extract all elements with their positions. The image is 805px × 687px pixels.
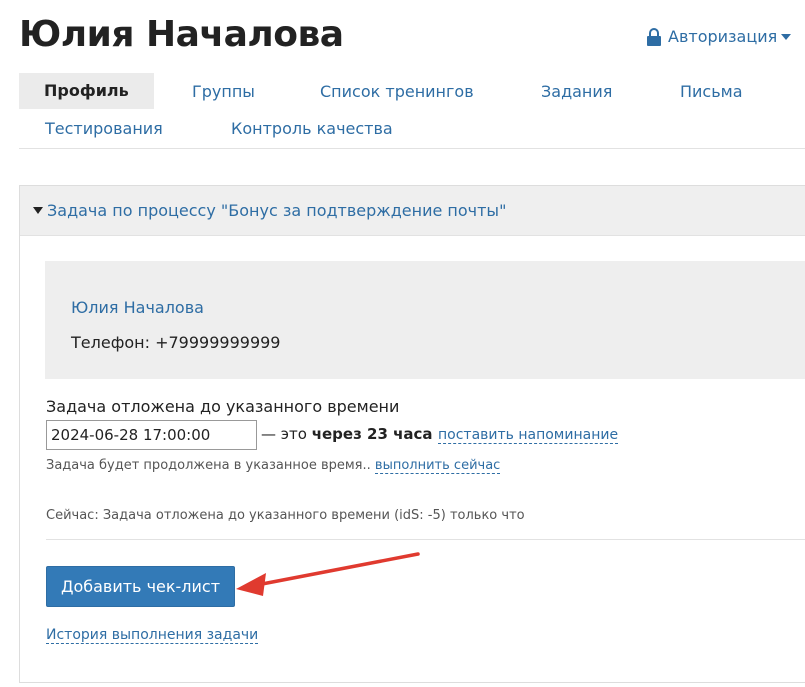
- deferred-label: Задача отложена до указанного времени: [46, 397, 400, 416]
- history-link-wrap: История выполнения задачи: [46, 627, 259, 644]
- set-reminder-link[interactable]: поставить напоминание: [438, 427, 619, 444]
- contact-name-link[interactable]: Юлия Началова: [71, 298, 204, 317]
- tab-groups[interactable]: Группы: [192, 82, 255, 101]
- run-now-link[interactable]: выполнить сейчас: [374, 458, 501, 474]
- tab-letters[interactable]: Письма: [680, 82, 743, 101]
- authorization-dropdown[interactable]: Авторизация: [646, 27, 792, 46]
- current-status: Сейчас: Задача отложена до указанного вр…: [46, 508, 525, 523]
- continue-note: Задача будет продолжена в указанное врем…: [46, 458, 501, 474]
- authorization-label: Авторизация: [668, 27, 778, 46]
- task-panel-toggle[interactable]: Задача по процессу "Бонус за подтвержден…: [33, 201, 506, 220]
- continue-note-text: Задача будет продолжена в указанное врем…: [46, 458, 371, 473]
- nav-divider: [19, 148, 805, 149]
- relative-time-value: через 23 часа: [311, 425, 433, 443]
- relative-time: — это через 23 часа: [261, 425, 433, 443]
- tab-trainings[interactable]: Список тренингов: [320, 82, 474, 101]
- lock-icon: [647, 27, 661, 46]
- caret-down-icon: [781, 33, 792, 40]
- contact-phone: Телефон: +79999999999: [71, 333, 281, 352]
- reminder-link-wrap: поставить напоминание: [438, 427, 619, 444]
- task-panel-header: Задача по процессу "Бонус за подтвержден…: [20, 186, 805, 236]
- triangle-down-icon: [33, 207, 43, 214]
- task-history-link[interactable]: История выполнения задачи: [46, 627, 259, 644]
- contact-card: Юлия Началова Телефон: +79999999999: [45, 261, 805, 379]
- task-panel-title: Задача по процессу "Бонус за подтвержден…: [47, 201, 507, 220]
- tab-profile[interactable]: Профиль: [19, 73, 154, 109]
- tab-assignments[interactable]: Задания: [541, 82, 612, 101]
- tab-quality-control[interactable]: Контроль качества: [231, 119, 393, 138]
- task-panel: Задача по процессу "Бонус за подтвержден…: [19, 185, 805, 683]
- add-checklist-button[interactable]: Добавить чек-лист: [46, 566, 235, 607]
- tab-tests[interactable]: Тестирования: [45, 119, 163, 138]
- relative-time-prefix: — это: [261, 425, 307, 443]
- page-title: Юлия Началова: [19, 14, 344, 55]
- deferred-datetime-input[interactable]: [46, 420, 257, 450]
- section-divider: [46, 539, 805, 540]
